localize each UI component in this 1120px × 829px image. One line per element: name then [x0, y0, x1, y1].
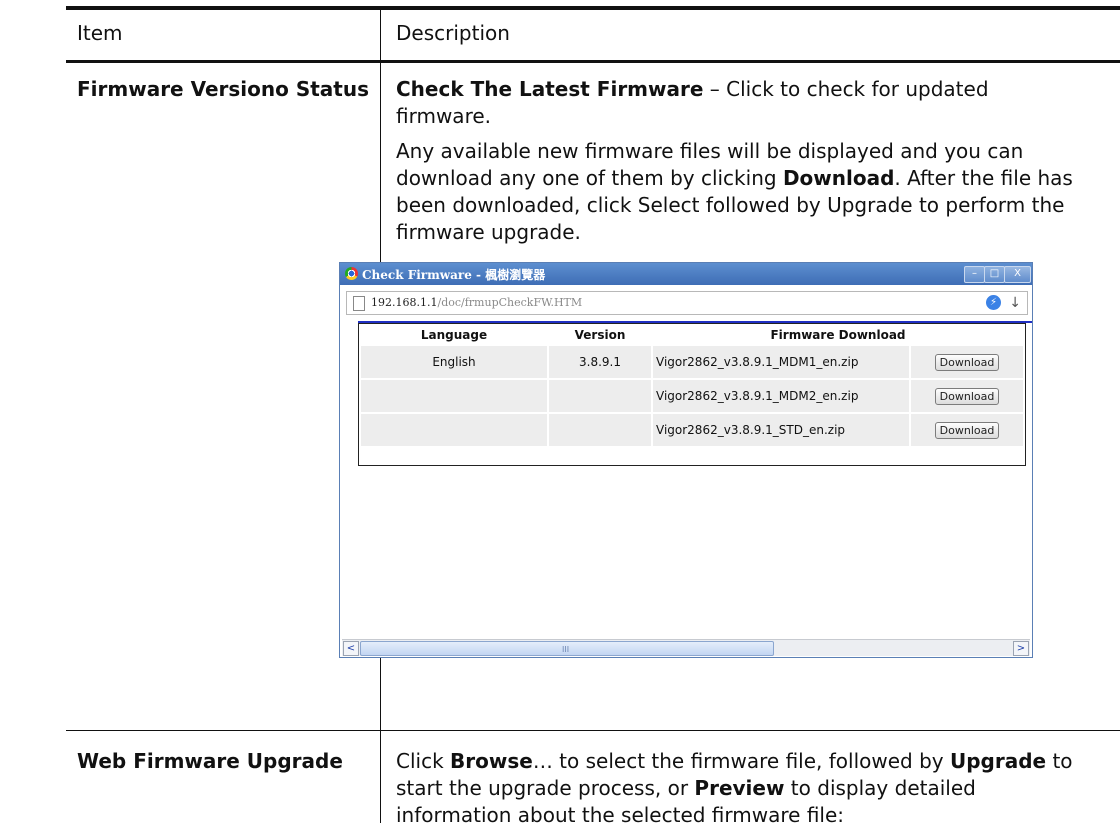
browser-logo-icon [345, 267, 358, 280]
table-row: English 3.8.9.1 Vigor2862_v3.8.9.1_MDM1_… [361, 346, 1023, 378]
url-host: 192.168.1.1 [371, 296, 438, 309]
window-title: Check Firmware - 楓樹瀏覽器 [362, 268, 546, 282]
button-cell: Download [911, 346, 1023, 378]
version-cell: 3.8.9.1 [549, 346, 651, 378]
page-icon [353, 296, 365, 311]
file-name-cell: Vigor2862_v3.8.9.1_MDM1_en.zip [653, 346, 909, 378]
download-arrow-icon[interactable]: ↓ [1009, 292, 1021, 314]
address-bar[interactable]: 192.168.1.1/doc/frmupCheckFW.HTM ⚡ ↓ [346, 291, 1028, 315]
row2-text-a: Click [396, 749, 451, 773]
scroll-right-arrow-icon[interactable]: > [1013, 641, 1029, 656]
row1-description: Check The Latest Firmware – Click to che… [396, 76, 1076, 246]
header-description: Description [396, 21, 510, 45]
lightning-icon[interactable]: ⚡ [986, 295, 1001, 310]
download-button[interactable]: Download [934, 387, 1000, 405]
url-path: /doc/frmupCheckFW.HTM [437, 296, 583, 309]
download-button[interactable]: Download [934, 421, 1000, 439]
button-cell: Download [911, 414, 1023, 446]
close-button[interactable]: X [1004, 266, 1031, 283]
scrollbar-thumb[interactable]: III [360, 641, 774, 656]
maximize-button[interactable]: □ [984, 266, 1005, 283]
download-button[interactable]: Download [934, 353, 1000, 371]
row-divider [66, 730, 1120, 731]
scrollbar-grip: III [562, 645, 570, 654]
language-cell [361, 414, 547, 446]
row2-item: Web Firmware Upgrade [77, 749, 343, 773]
version-cell [549, 380, 651, 412]
button-cell: Download [911, 380, 1023, 412]
file-name-cell: Vigor2862_v3.8.9.1_STD_en.zip [653, 414, 909, 446]
row1-paragraph-2: Any available new firmware files will be… [396, 138, 1076, 246]
language-cell [361, 380, 547, 412]
row2-description: Click Browse… to select the firmware fil… [396, 748, 1086, 829]
row2-text-c: … to select the firmware file, followed … [532, 749, 950, 773]
column-header-firmware-download: Firmware Download [770, 328, 906, 342]
table-row: Vigor2862_v3.8.9.1_MDM2_en.zip Download [361, 380, 1023, 412]
version-cell [549, 414, 651, 446]
row1-paragraph-1: Check The Latest Firmware – Click to che… [396, 76, 1076, 130]
header-item: Item [77, 21, 123, 45]
browse-text: Browse [450, 749, 533, 773]
minimize-button[interactable]: – [964, 266, 985, 283]
column-header-version: Version [574, 328, 626, 342]
language-cell: English [361, 346, 547, 378]
file-name-cell: Vigor2862_v3.8.9.1_MDM2_en.zip [653, 380, 909, 412]
check-latest-firmware-text: Check The Latest Firmware [396, 77, 704, 101]
check-firmware-window: Check Firmware - 楓樹瀏覽器 – □ X 192.168.1.1… [339, 262, 1033, 658]
column-header-language: Language [420, 328, 488, 342]
url-text: 192.168.1.1/doc/frmupCheckFW.HTM [371, 292, 582, 314]
download-text: Download [782, 166, 895, 190]
table-top-rule [66, 6, 1120, 10]
window-title-bar: Check Firmware - 楓樹瀏覽器 – □ X [340, 263, 1032, 285]
firmware-table: Language Version Firmware Download Engli… [358, 323, 1026, 466]
horizontal-scrollbar[interactable]: < III > [342, 639, 1030, 656]
preview-text: Preview [694, 776, 785, 800]
table-row: Vigor2862_v3.8.9.1_STD_en.zip Download [361, 414, 1023, 446]
scroll-left-arrow-icon[interactable]: < [343, 641, 359, 656]
header-rule [66, 60, 1120, 63]
row1-item: Firmware Versiono Status [77, 77, 370, 101]
upgrade-text: Upgrade [949, 749, 1047, 773]
